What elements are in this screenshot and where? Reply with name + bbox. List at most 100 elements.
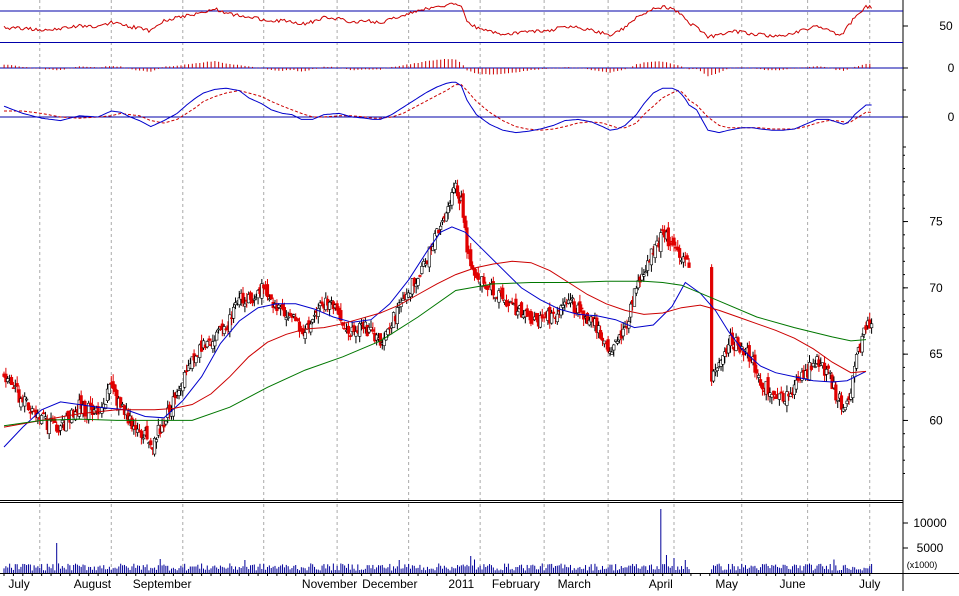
histogram-bar [255, 67, 257, 69]
candle-body [598, 329, 603, 339]
candle-body [371, 329, 375, 332]
histogram-bar [297, 68, 299, 72]
candle-body [715, 367, 719, 372]
candle [666, 222, 670, 251]
month-label: March [558, 577, 591, 591]
histogram-bar [827, 67, 829, 69]
candle-body [634, 288, 638, 294]
histogram-bar [29, 67, 31, 69]
candle-body [568, 299, 573, 304]
histogram-bar [587, 68, 589, 70]
candle-body [184, 370, 189, 373]
candle [47, 419, 51, 439]
histogram-bar [575, 67, 577, 69]
histogram-bar [684, 68, 686, 69]
histogram-bar [805, 67, 807, 68]
histogram-bar [338, 67, 340, 68]
candle [789, 387, 793, 398]
histogram-bar [236, 64, 238, 68]
histogram-bar [462, 65, 464, 68]
candle-body [580, 307, 584, 310]
candle-body [194, 355, 198, 364]
candle-body [772, 390, 776, 396]
histogram-bar [67, 68, 69, 69]
candle [156, 418, 160, 439]
candle-body [606, 339, 610, 352]
histogram-bar [18, 66, 20, 68]
histogram-bar [489, 68, 491, 75]
month-label: May [715, 577, 738, 591]
candle [339, 303, 343, 324]
candle [649, 248, 654, 272]
histogram-bar [692, 68, 694, 69]
candle [215, 329, 219, 341]
histogram-bar [142, 68, 144, 71]
histogram-bar [737, 67, 739, 68]
histogram-bar [839, 68, 841, 70]
histogram-bar [816, 66, 818, 68]
month-label: February [492, 577, 540, 591]
candle [104, 404, 108, 410]
histogram-bar [624, 68, 626, 70]
histogram-bar [157, 68, 159, 69]
histogram-bar [124, 67, 126, 69]
histogram-bar [60, 68, 62, 70]
histogram-bar [199, 63, 201, 68]
candle-body [668, 243, 672, 246]
histogram-bar [496, 68, 498, 75]
candle-body [41, 412, 46, 415]
histogram-bar [500, 68, 502, 75]
candle [653, 243, 657, 263]
histogram-bar [180, 65, 182, 68]
candle-body [672, 237, 676, 246]
macd-tick-label: 0 [948, 110, 955, 124]
candle-body [612, 344, 616, 351]
candle-body [60, 420, 64, 424]
histogram-bar [556, 67, 558, 69]
candle-body [162, 424, 166, 428]
candle [427, 246, 431, 273]
histogram-bar [797, 67, 799, 69]
candle-body [420, 265, 424, 274]
histogram-bar [278, 68, 280, 71]
histogram-bar [628, 67, 630, 69]
histogram-bar [519, 68, 521, 73]
histogram-bar [662, 61, 664, 68]
candle-body [177, 390, 181, 396]
histogram-bar [651, 61, 653, 68]
histogram-bar [402, 65, 404, 68]
histogram-bar [41, 68, 43, 69]
histogram-bar [455, 59, 457, 68]
histogram-bar [252, 66, 254, 68]
histogram-bar [37, 68, 39, 69]
candle [721, 355, 725, 372]
candle [822, 356, 827, 382]
histogram-bar [86, 66, 88, 68]
histogram-bar [380, 68, 381, 70]
candle-body [286, 316, 290, 319]
histogram-bar [432, 60, 434, 68]
histogram-bar [52, 68, 54, 70]
candle [311, 318, 315, 325]
histogram-bar [854, 66, 856, 68]
candle [582, 310, 586, 326]
histogram-bar [112, 66, 114, 68]
candle-body [316, 308, 320, 317]
candle-body [870, 323, 874, 329]
candle-body [813, 366, 817, 368]
candle-body [561, 305, 565, 308]
histogram-bar [270, 68, 272, 70]
histogram-bar [756, 68, 758, 69]
histogram-bar [850, 67, 852, 69]
histogram-bar [613, 68, 615, 72]
price-panel [2, 179, 874, 457]
candle-body [757, 375, 761, 378]
candle [23, 392, 27, 413]
histogram-bar [790, 68, 792, 69]
candle-body [43, 416, 48, 419]
histogram-bar [425, 61, 427, 68]
histogram-bar [161, 67, 163, 68]
candle-body [649, 248, 654, 266]
volume-unit-label: (x1000) [907, 560, 938, 570]
candle-body [469, 249, 473, 267]
